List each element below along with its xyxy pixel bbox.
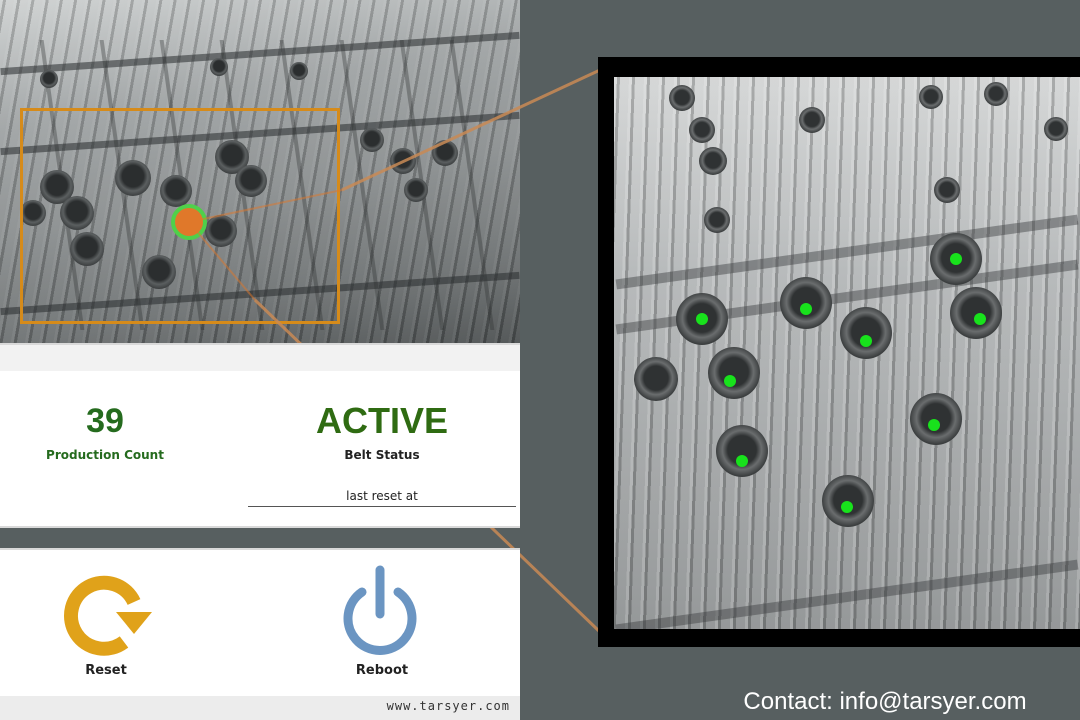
website-footer[interactable]: www.tarsyer.com xyxy=(0,696,520,720)
production-count-label: Production Count xyxy=(46,448,164,462)
zoom-detail-view xyxy=(598,57,1080,647)
production-count-value: 39 xyxy=(86,402,124,440)
reboot-button[interactable] xyxy=(336,562,424,662)
detection-marker xyxy=(736,455,748,467)
detection-marker xyxy=(950,253,962,265)
detection-marker xyxy=(696,313,708,325)
camera-feed xyxy=(0,0,520,343)
contact-info: Contact: info@tarsyer.com xyxy=(743,688,1027,715)
detection-marker xyxy=(974,313,986,325)
production-count-metric: 39 Production Count xyxy=(10,400,200,462)
reboot-label: Reboot xyxy=(355,663,409,678)
zoomed-camera-image xyxy=(614,77,1080,629)
detection-marker xyxy=(928,419,940,431)
detection-marker xyxy=(800,303,812,315)
power-icon xyxy=(343,565,417,655)
reset-button[interactable] xyxy=(58,568,154,664)
last-reset-divider xyxy=(248,506,516,507)
detection-marker xyxy=(860,335,872,347)
reset-label: Reset xyxy=(85,663,127,678)
detection-marker xyxy=(724,375,736,387)
reset-icon xyxy=(64,575,152,656)
belt-status-value: ACTIVE xyxy=(315,400,448,441)
belt-status-metric: ACTIVE Belt Status xyxy=(272,400,492,462)
belt-status-label: Belt Status xyxy=(344,448,420,462)
tracked-object-marker xyxy=(171,204,207,240)
detection-marker xyxy=(841,501,853,513)
last-reset-label: last reset at xyxy=(346,489,418,503)
